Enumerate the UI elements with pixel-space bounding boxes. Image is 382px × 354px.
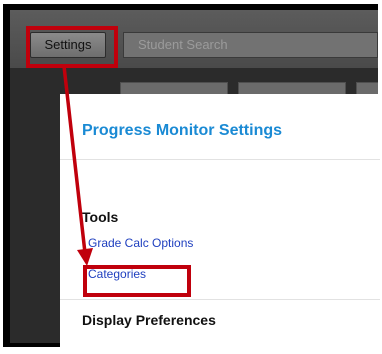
settings-highlight-box [26, 26, 118, 68]
panel-title: Progress Monitor Settings [82, 122, 283, 139]
tools-heading: Tools [82, 209, 119, 225]
divider [60, 159, 380, 160]
categories-highlight-box [83, 265, 191, 297]
screenshot-stage: Settings Student Search RL.9-10.P RL.9-1… [0, 0, 382, 354]
divider [60, 299, 380, 300]
student-search-input[interactable]: Student Search [123, 32, 378, 58]
display-preferences-heading: Display Preferences [82, 312, 216, 328]
grade-calc-options-link[interactable]: Grade Calc Options [88, 236, 193, 250]
progress-monitor-settings-panel: Progress Monitor Settings Tools Grade Ca… [60, 94, 380, 354]
